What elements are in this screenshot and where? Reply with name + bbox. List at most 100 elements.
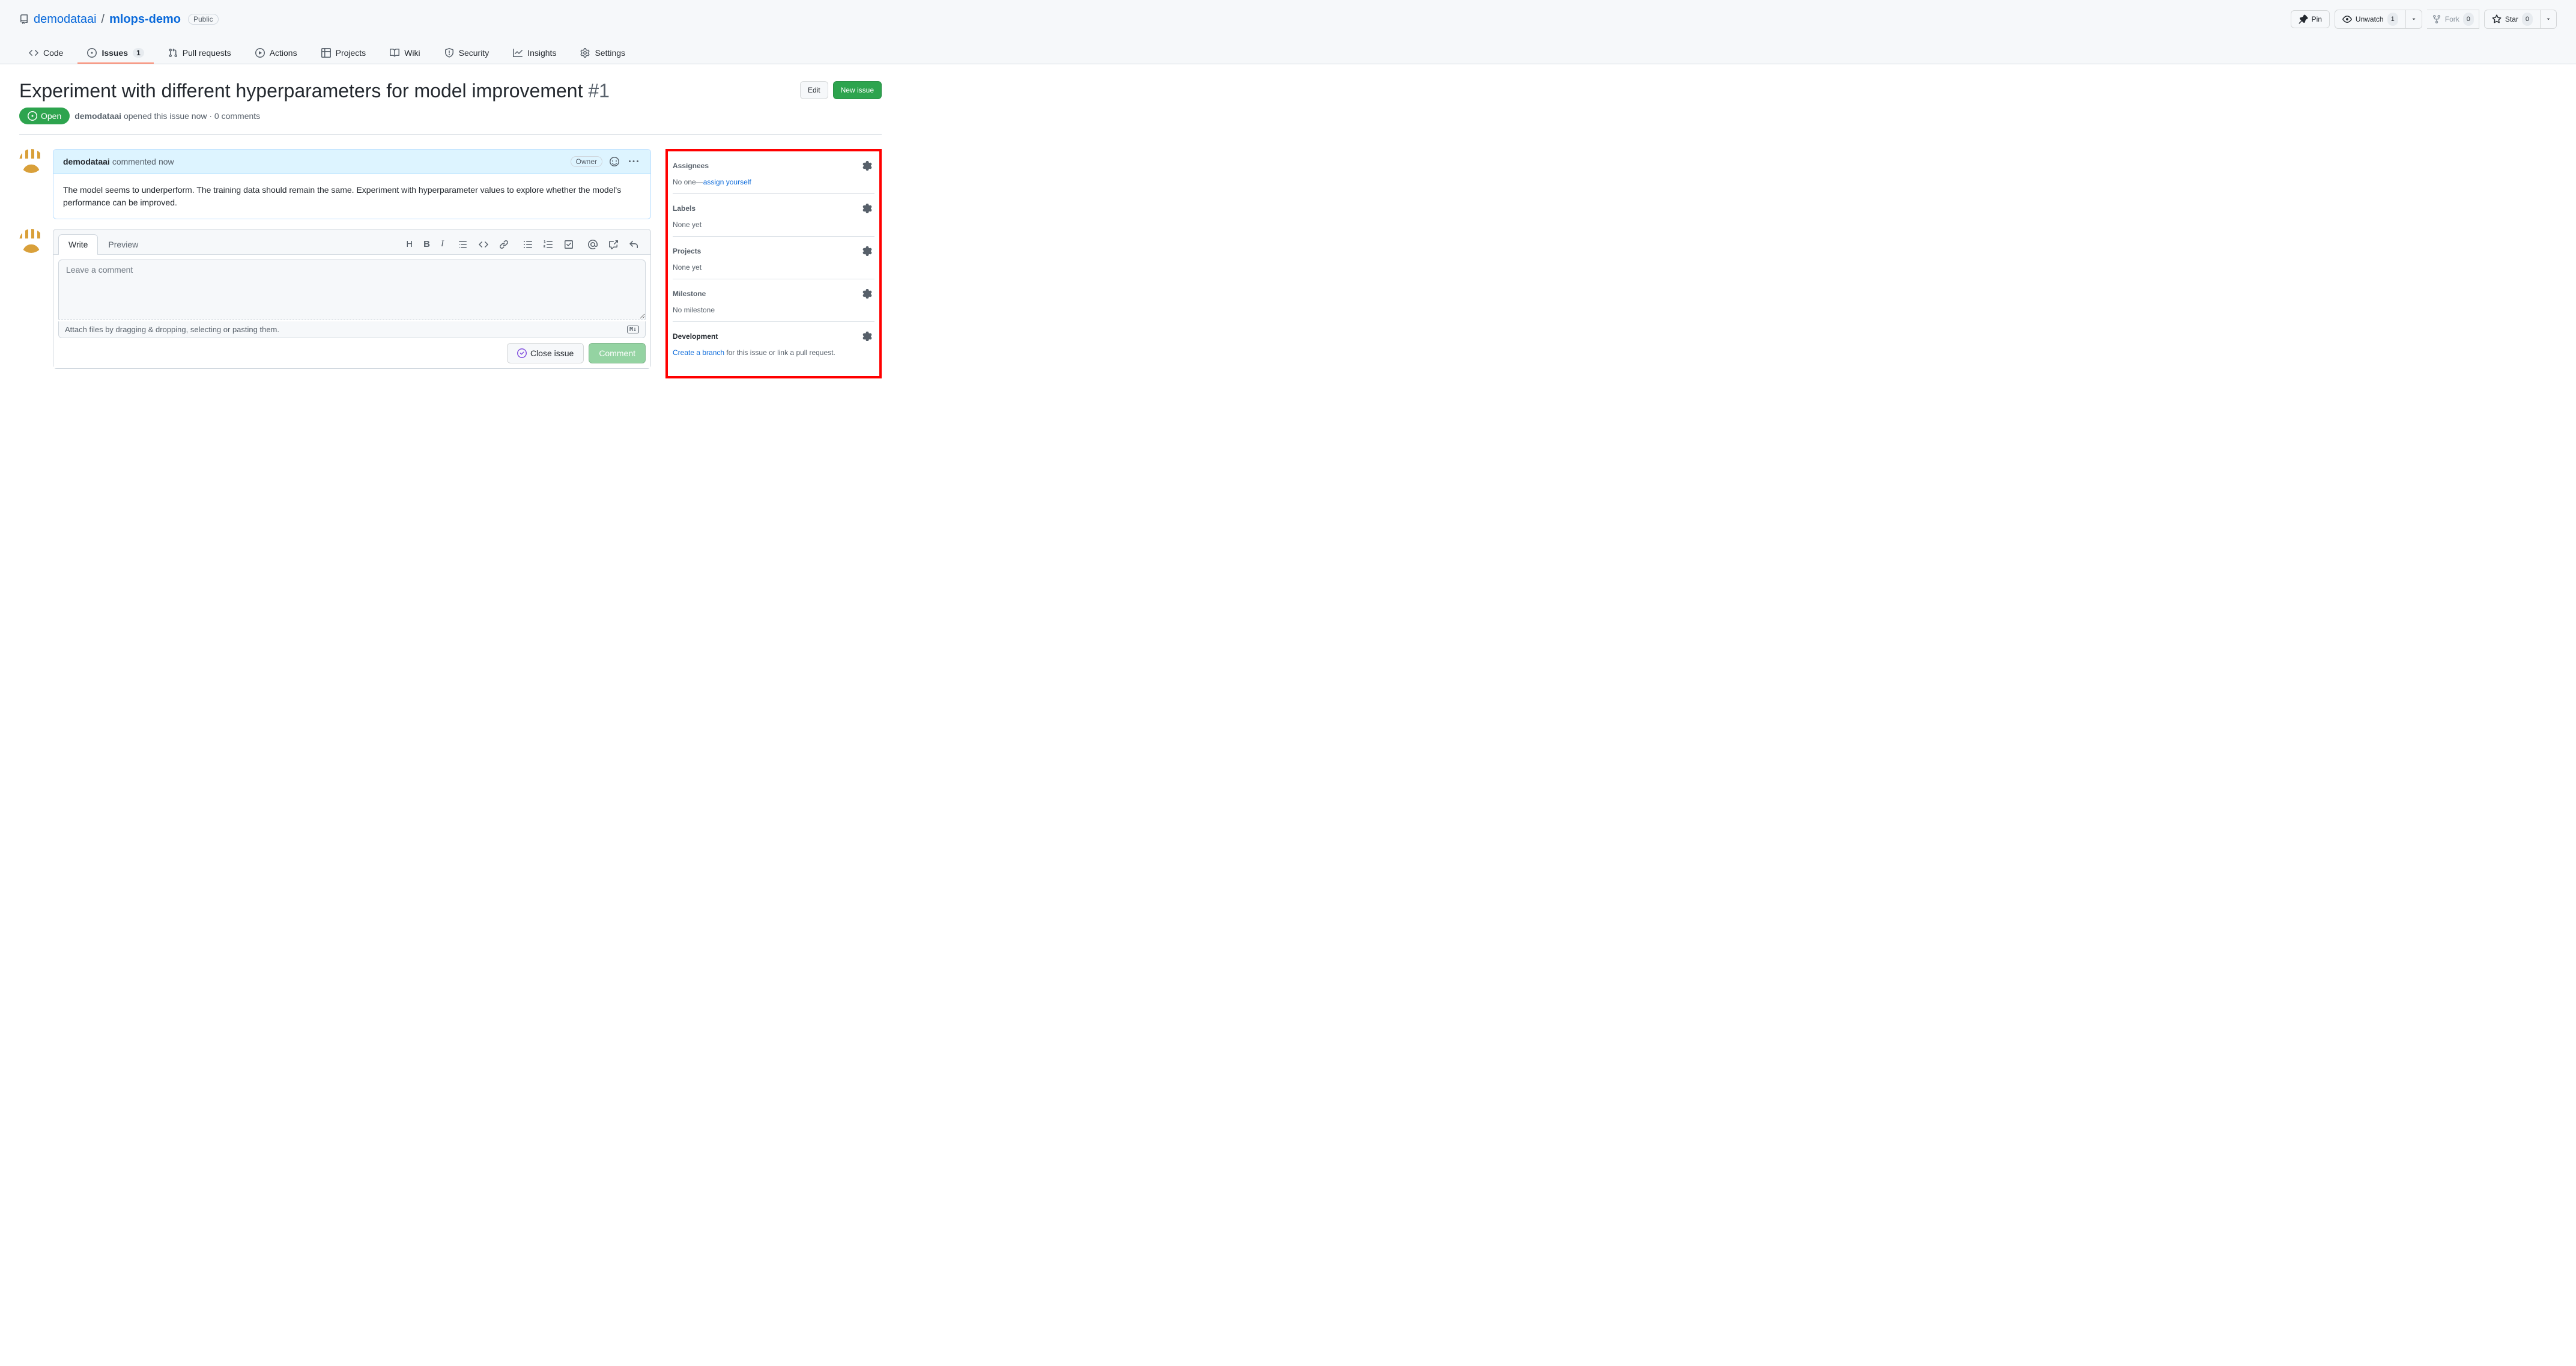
tab-code-label: Code (43, 48, 63, 58)
link-tool[interactable] (497, 237, 511, 252)
table-icon (321, 48, 331, 58)
watch-dropdown[interactable] (2406, 10, 2422, 29)
create-branch-link[interactable]: Create a branch (673, 348, 724, 357)
path-separator: / (102, 13, 105, 26)
development-title: Development (673, 332, 718, 341)
mention-tool[interactable] (586, 237, 600, 252)
repo-name-link[interactable]: mlops-demo (109, 13, 181, 26)
add-reaction-button[interactable] (607, 154, 622, 169)
repo-owner-link[interactable]: demodataai (34, 13, 97, 26)
sidebar-labels: Labels None yet (673, 194, 874, 237)
gear-icon (862, 161, 872, 171)
star-dropdown[interactable] (2541, 10, 2557, 29)
labels-gear[interactable] (860, 201, 874, 216)
star-count: 0 (2522, 13, 2533, 26)
tab-projects[interactable]: Projects (312, 43, 376, 64)
repo-icon (19, 14, 29, 24)
ul-tool[interactable] (521, 237, 535, 252)
bold-tool[interactable]: B (421, 237, 432, 252)
sidebar-projects: Projects None yet (673, 237, 874, 279)
issues-count: 1 (133, 48, 144, 58)
issue-header-actions: Edit New issue (800, 81, 882, 99)
sidebar-development: Development Create a branch for this iss… (673, 322, 874, 364)
comment-menu-button[interactable] (626, 154, 641, 169)
comment-actions: Close issue Comment (58, 338, 646, 363)
assign-yourself-link[interactable]: assign yourself (703, 178, 751, 186)
saved-reply-tool[interactable] (626, 237, 641, 252)
issue-icon (87, 48, 97, 58)
labels-title: Labels (673, 204, 696, 213)
tab-actions-label: Actions (270, 48, 297, 58)
state-label: Open (41, 111, 61, 121)
development-body: Create a branch for this issue or link a… (673, 348, 874, 357)
markdown-badge[interactable]: M↓ (627, 326, 639, 333)
comment-time[interactable]: now (159, 157, 174, 166)
development-gear[interactable] (860, 329, 874, 344)
issue-meta-rest: opened this issue now · 0 comments (121, 111, 260, 121)
caret-down-icon (2411, 16, 2417, 22)
shield-icon (444, 48, 454, 58)
fork-button-group: Fork 0 (2427, 10, 2479, 29)
attach-hint[interactable]: Attach files by dragging & dropping, sel… (58, 321, 646, 338)
tab-settings[interactable]: Settings (571, 43, 635, 64)
list-ol-icon (544, 240, 553, 249)
comment-box: demodataai commented now Owner (53, 149, 651, 219)
preview-tab[interactable]: Preview (98, 234, 148, 254)
issue-meta-author[interactable]: demodataai (74, 111, 121, 121)
task-list-tool[interactable] (562, 237, 576, 252)
list-ul-icon (523, 240, 533, 249)
italic-tool[interactable]: I (438, 237, 446, 252)
comment-author[interactable]: demodataai (63, 157, 110, 166)
tab-actions[interactable]: Actions (246, 43, 307, 64)
issue-number: #1 (588, 80, 610, 102)
tab-settings-label: Settings (595, 48, 625, 58)
graph-icon (513, 48, 523, 58)
avatar[interactable] (19, 149, 43, 173)
comment-editor: Write Preview H B I (53, 229, 651, 369)
pin-button[interactable]: Pin (2291, 10, 2330, 28)
play-icon (255, 48, 265, 58)
ol-tool[interactable] (541, 237, 556, 252)
attach-hint-text: Attach files by dragging & dropping, sel… (65, 325, 279, 334)
star-button[interactable]: Star 0 (2484, 10, 2541, 29)
tab-security[interactable]: Security (435, 43, 499, 64)
comment-button[interactable]: Comment (589, 343, 646, 363)
sidebar-assignees: Assignees No one—assign yourself (673, 156, 874, 194)
assignees-gear[interactable] (860, 159, 874, 173)
fork-icon (2432, 14, 2441, 24)
reference-tool[interactable] (606, 237, 620, 252)
tab-issues[interactable]: Issues 1 (77, 43, 153, 64)
quote-icon (458, 240, 468, 249)
edit-button[interactable]: Edit (800, 81, 828, 99)
code-icon (479, 240, 488, 249)
visibility-badge: Public (188, 14, 219, 25)
unwatch-button[interactable]: Unwatch 1 (2335, 10, 2406, 29)
close-issue-button[interactable]: Close issue (507, 343, 584, 363)
heading-tool[interactable]: H (404, 237, 415, 252)
projects-gear[interactable] (860, 244, 874, 258)
issue-meta-text: demodataai opened this issue now · 0 com… (74, 111, 260, 121)
write-tab[interactable]: Write (58, 234, 98, 255)
issue-closed-icon (517, 348, 527, 358)
fork-button[interactable]: Fork 0 (2427, 10, 2479, 29)
development-rest: for this issue or link a pull request. (724, 348, 835, 357)
pull-request-icon (168, 48, 178, 58)
repo-header: demodataai / mlops-demo Public Pin Unwat… (0, 0, 2576, 64)
quote-tool[interactable] (456, 237, 470, 252)
new-issue-button[interactable]: New issue (833, 81, 882, 99)
gear-icon (580, 48, 590, 58)
code-tool[interactable] (476, 237, 491, 252)
caret-down-icon (2545, 16, 2551, 22)
avatar[interactable] (19, 229, 43, 253)
tab-code[interactable]: Code (19, 43, 73, 64)
comment-verb: commented (112, 157, 156, 166)
mention-icon (588, 240, 598, 249)
comment-textarea[interactable] (58, 260, 646, 320)
role-badge: Owner (571, 156, 602, 167)
reply-icon (629, 240, 638, 249)
tab-pulls[interactable]: Pull requests (159, 43, 241, 64)
milestone-gear[interactable] (860, 287, 874, 301)
code-icon (29, 48, 38, 58)
tab-insights[interactable]: Insights (503, 43, 566, 64)
tab-wiki[interactable]: Wiki (380, 43, 429, 64)
